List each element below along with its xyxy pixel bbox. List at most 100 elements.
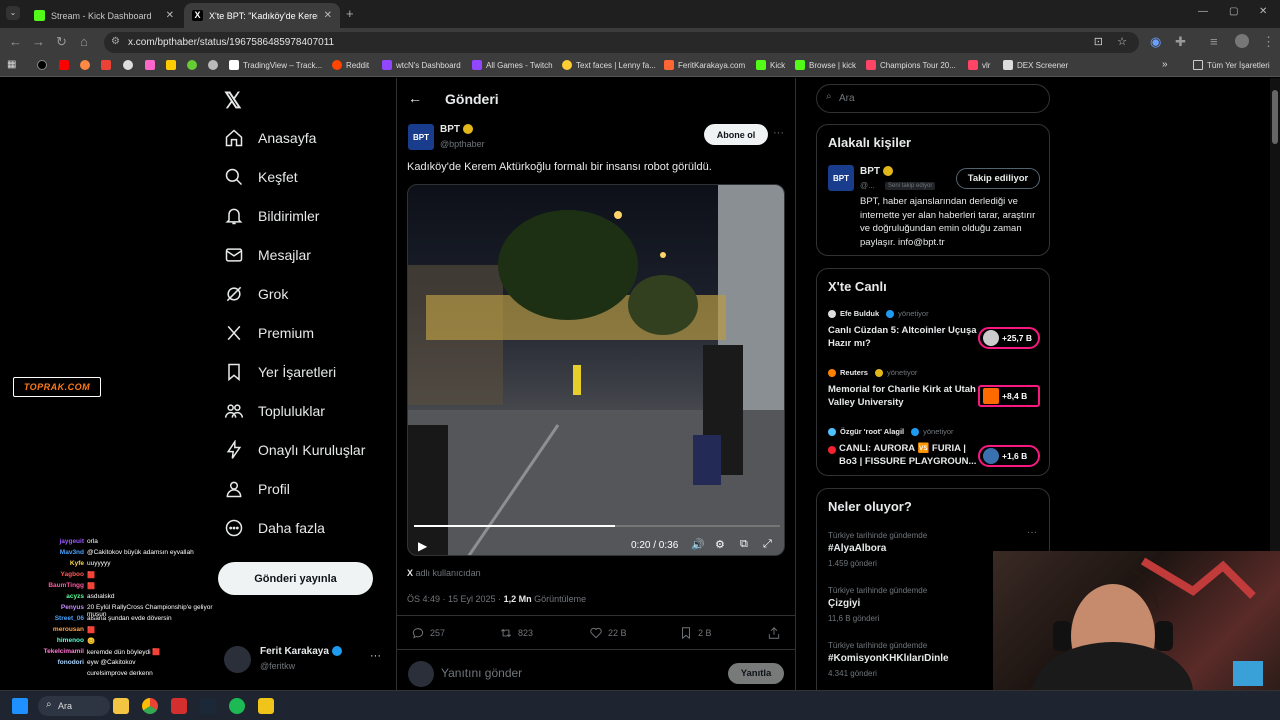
bookmark-icon[interactable] — [166, 60, 176, 70]
sidebar-item-premium[interactable]: Premium — [224, 323, 314, 343]
following-button[interactable]: Takip ediliyor — [956, 168, 1040, 189]
more-icon[interactable]: ··· — [1027, 527, 1037, 538]
address-bar[interactable]: ⚙ x.com/bpthaber/status/1967586485978407… — [104, 32, 1139, 53]
file-explorer-icon[interactable] — [113, 698, 129, 714]
install-icon[interactable]: ⊡ — [1094, 35, 1103, 48]
bookmark-icon[interactable] — [123, 60, 133, 70]
bookmark-browse-kick[interactable]: Browse | kick — [795, 60, 856, 70]
video-progress-track[interactable] — [414, 525, 780, 527]
close-icon[interactable]: ✕ — [166, 10, 174, 21]
live-host[interactable]: Özgür 'root' Alagil yönetiyor — [828, 427, 954, 436]
extensions-puzzle-icon[interactable]: ✚ — [1175, 34, 1186, 50]
tab-search-icon[interactable]: ⌄ — [6, 6, 20, 20]
x-logo-icon[interactable]: 𝕏 — [224, 88, 242, 114]
scrollbar-thumb[interactable] — [1272, 90, 1278, 144]
author-name[interactable]: BPT — [440, 124, 473, 135]
reply-button[interactable]: 257 — [411, 626, 445, 640]
bookmark-feritkarakaya[interactable]: FeritKarakaya.com — [664, 60, 745, 70]
apps-grid-icon[interactable]: ▦ — [7, 59, 16, 70]
extension-icon[interactable]: ◉ — [1150, 34, 1161, 50]
back-icon[interactable]: ← — [9, 34, 22, 49]
sidebar-item-verified-orgs[interactable]: Onaylı Kuruluşlar — [224, 440, 365, 460]
post-timestamp[interactable]: ÖS 4:49 · 15 Eyl 2025 · 1,2 Mn Görüntüle… — [407, 594, 586, 604]
sidebar-item-messages[interactable]: Mesajlar — [224, 245, 311, 265]
more-bookmarks-icon[interactable]: » — [1162, 59, 1168, 70]
bookmark-button[interactable]: 2 B — [679, 626, 712, 640]
bookmark-wtcn[interactable]: wtcN's Dashboard — [382, 60, 461, 70]
pip-icon[interactable]: ⧉ — [740, 538, 748, 551]
bookmark-icon[interactable] — [187, 60, 197, 70]
live-host[interactable]: Reuters yönetiyor — [828, 368, 917, 377]
bookmark-reddit[interactable]: Reddit — [332, 60, 369, 70]
subscribe-button[interactable]: Abone ol — [704, 124, 768, 145]
windows-start-icon[interactable] — [12, 698, 28, 714]
bookmark-dex-screener[interactable]: DEX Screener — [1003, 60, 1068, 70]
bookmark-vlr[interactable]: vlr — [968, 60, 990, 70]
bookmark-tradingview[interactable]: TradingView – Track... — [229, 60, 322, 70]
more-icon[interactable]: ··· — [370, 650, 381, 662]
bookmark-youtube-icon[interactable] — [59, 60, 69, 70]
site-info-icon[interactable]: ⚙ — [111, 36, 120, 47]
more-icon[interactable]: ··· — [773, 127, 784, 139]
live-title[interactable]: Memorial for Charlie Kirk at Utah Valley… — [828, 384, 983, 409]
video-player[interactable]: ▶ 0:20 / 0:36 🔊 ⚙ ⧉ ⤢ — [407, 184, 785, 556]
trend-name[interactable]: #KomisyonKHKlılarıDinle — [828, 653, 949, 664]
maximize-icon[interactable]: ▢ — [1229, 6, 1238, 17]
sidebar-item-communities[interactable]: Topluluklar — [224, 401, 325, 421]
app-icon[interactable] — [171, 698, 187, 714]
sidebar-item-explore[interactable]: Keşfet — [224, 167, 298, 187]
volume-icon[interactable]: 🔊 — [691, 538, 705, 551]
reply-submit-button[interactable]: Yanıtla — [728, 663, 784, 684]
search-input[interactable]: ⌕ Ara — [816, 84, 1050, 113]
close-icon[interactable]: ✕ — [324, 10, 332, 21]
account-switcher[interactable]: Ferit Karakaya @feritkw ··· — [224, 644, 384, 678]
profile-avatar[interactable] — [1235, 34, 1249, 48]
sidebar-item-home[interactable]: Anasayfa — [224, 128, 316, 148]
steam-icon[interactable] — [200, 698, 216, 714]
spotify-icon[interactable] — [229, 698, 245, 714]
sidebar-item-more[interactable]: Daha fazla — [224, 518, 325, 538]
forward-icon[interactable]: → — [32, 34, 45, 49]
sidebar-item-notifications[interactable]: Bildirimler — [224, 206, 319, 226]
post-button[interactable]: Gönderi yayınla — [218, 562, 373, 595]
trend-name[interactable]: #AlyaAlbora — [828, 543, 886, 554]
live-listeners-badge[interactable]: +1,6 B — [978, 445, 1040, 467]
settings-icon[interactable]: ⚙ — [715, 538, 725, 551]
bookmark-x-icon[interactable] — [37, 60, 47, 70]
bookmark-icon[interactable] — [80, 60, 90, 70]
share-button[interactable] — [767, 626, 781, 640]
live-listeners-badge[interactable]: +25,7 B — [978, 327, 1040, 349]
person-name[interactable]: BPT — [860, 166, 893, 177]
bookmark-champions-tour[interactable]: Champions Tour 20... — [866, 60, 956, 70]
reply-input[interactable]: Yanıtını gönder — [441, 666, 522, 680]
bookmark-icon[interactable] — [145, 60, 155, 70]
bookmark-kick[interactable]: Kick — [756, 60, 785, 70]
tab-kick-dashboard[interactable]: Stream - Kick Dashboard ✕ — [26, 3, 182, 28]
sidebar-item-grok[interactable]: Grok — [224, 284, 288, 304]
live-title[interactable]: CANLI: AURORA 🆚 FURIA | Bo3 | FISSURE PL… — [828, 443, 983, 468]
video-source[interactable]: X adlı kullanıcıdan — [407, 568, 481, 578]
sidebar-item-profile[interactable]: Profil — [224, 479, 290, 499]
bookmark-gmail-icon[interactable] — [101, 60, 111, 70]
home-icon[interactable]: ⌂ — [80, 34, 88, 49]
bookmark-twitch[interactable]: All Games - Twitch — [472, 60, 553, 70]
like-button[interactable]: 22 B — [589, 626, 627, 640]
bookmark-icon[interactable] — [208, 60, 218, 70]
bookmark-lenny[interactable]: Text faces | Lenny fa... — [562, 60, 656, 70]
chrome-icon[interactable] — [142, 698, 158, 714]
reading-list-icon[interactable]: ≡ — [1210, 34, 1218, 49]
minimize-icon[interactable]: — — [1198, 6, 1208, 17]
trend-name[interactable]: Çizgiyi — [828, 598, 860, 609]
live-title[interactable]: Canlı Cüzdan 5: Altcoinler Uçuşa Hazır m… — [828, 325, 983, 350]
play-icon[interactable]: ▶ — [418, 539, 427, 553]
live-host[interactable]: Efe Bulduk yönetiyor — [828, 309, 929, 318]
author-avatar[interactable]: BPT — [408, 124, 434, 150]
reload-icon[interactable]: ↻ — [56, 34, 67, 50]
bookmark-star-icon[interactable]: ☆ — [1117, 35, 1127, 48]
fullscreen-icon[interactable]: ⤢ — [763, 538, 772, 551]
tab-x-post[interactable]: X X'te BPT: "Kadıköy'de Kerem Ak ✕ — [184, 3, 340, 28]
live-listeners-badge[interactable]: +8,4 B — [978, 385, 1040, 407]
new-tab-button[interactable]: + — [346, 6, 354, 21]
all-bookmarks[interactable]: Tüm Yer İşaretleri — [1193, 60, 1270, 70]
close-window-icon[interactable]: ✕ — [1259, 6, 1267, 17]
